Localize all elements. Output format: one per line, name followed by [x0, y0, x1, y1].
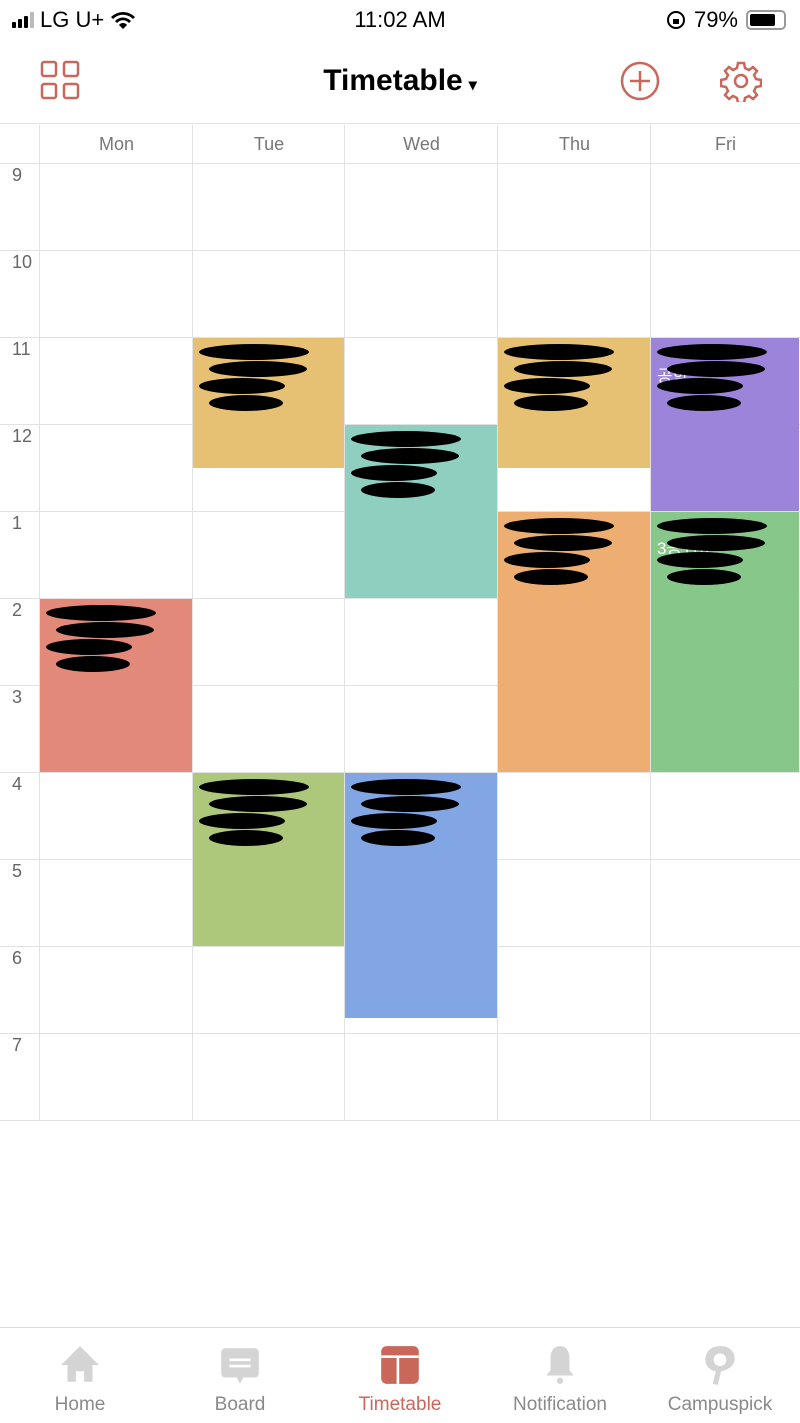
redaction-scribble [361, 448, 459, 464]
redaction-scribble [361, 830, 435, 846]
campuspick-icon [705, 1346, 735, 1385]
course-block[interactable] [498, 512, 650, 772]
caret-down-icon: ▾ [468, 77, 477, 94]
hour-label: 12 [12, 426, 33, 446]
tab-label: Board [214, 1394, 266, 1415]
tab-label: Timetable [358, 1394, 442, 1415]
redaction-scribble [667, 395, 741, 411]
hour-label: 10 [12, 252, 33, 272]
redaction-scribble [199, 378, 285, 394]
page-title: Timetable [323, 64, 463, 97]
redaction-scribble [56, 656, 130, 672]
day-header: Fri [715, 134, 736, 154]
tab-label: Campuspick [667, 1394, 773, 1415]
redaction-scribble [657, 552, 743, 568]
status-bar: LG U+ 11:02 AM 79% [0, 0, 800, 40]
bell-icon [546, 1346, 574, 1384]
tab-home[interactable]: Home [0, 1328, 160, 1423]
redaction-scribble [199, 779, 309, 795]
redaction-scribble [514, 569, 588, 585]
timetable-title-dropdown[interactable]: Timetable ▾ [0, 64, 800, 98]
redaction-scribble [514, 361, 612, 377]
redaction-scribble [514, 395, 588, 411]
hour-label: 4 [12, 774, 23, 794]
course-block[interactable] [345, 425, 497, 598]
redaction-scribble [667, 535, 765, 551]
redaction-scribble [351, 465, 437, 481]
plus-circle-icon[interactable] [619, 60, 661, 102]
day-header: Tue [253, 134, 285, 154]
redaction-scribble [504, 518, 614, 534]
redaction-scribble [351, 431, 461, 447]
redaction-scribble [209, 361, 307, 377]
timetable-grid: MonTueWedThuFri91011121234567공학3공110 [0, 125, 800, 1121]
day-header: Mon [98, 134, 134, 154]
hour-label: 3 [12, 687, 23, 707]
home-icon [61, 1346, 99, 1382]
redaction-scribble [209, 830, 283, 846]
hour-label: 5 [12, 861, 23, 881]
redaction-scribble [657, 378, 743, 394]
tab-notification[interactable]: Notification [480, 1328, 640, 1423]
tab-board[interactable]: Board [160, 1328, 320, 1423]
course-block[interactable] [498, 338, 650, 468]
redaction-scribble [514, 535, 612, 551]
redaction-scribble [209, 796, 307, 812]
course-block[interactable]: 공학 [651, 338, 799, 511]
hour-label: 2 [12, 600, 23, 620]
hour-label: 1 [12, 513, 23, 533]
hour-label: 9 [12, 165, 23, 185]
rotation-lock-icon [666, 11, 685, 29]
battery-percent: 79% [693, 7, 738, 32]
tab-label: Home [54, 1394, 106, 1415]
redaction-scribble [351, 813, 437, 829]
redaction-scribble [657, 344, 767, 360]
tab-timetable[interactable]: Timetable [320, 1328, 480, 1423]
redaction-scribble [657, 518, 767, 534]
battery-icon [746, 10, 786, 30]
tab-label: Notification [513, 1394, 607, 1415]
redaction-scribble [361, 796, 459, 812]
redaction-scribble [209, 395, 283, 411]
header: Timetable ▾ [0, 40, 800, 124]
hour-label: 11 [12, 339, 31, 359]
day-header: Thu [558, 134, 591, 154]
day-header: Wed [403, 134, 440, 154]
grid-row-divider [0, 1033, 800, 1034]
grid-row-divider [0, 1120, 800, 1121]
timetable-icon [381, 1346, 419, 1384]
course-block[interactable] [345, 773, 497, 1019]
redaction-scribble [199, 813, 285, 829]
board-icon [221, 1348, 259, 1384]
redaction-scribble [56, 622, 154, 638]
redaction-scribble [199, 344, 309, 360]
redaction-scribble [361, 482, 435, 498]
redaction-scribble [504, 344, 614, 360]
grid-row-divider [0, 250, 800, 251]
course-block[interactable] [40, 599, 192, 772]
redaction-scribble [504, 552, 590, 568]
tab-bar: Home Board Timetable Notification Campuspick [0, 1327, 800, 1423]
redaction-scribble [667, 361, 765, 377]
grid-row-divider [0, 163, 800, 164]
redaction-scribble [667, 569, 741, 585]
redaction-scribble [504, 378, 590, 394]
tab-campuspick[interactable]: Campuspick [640, 1328, 800, 1423]
course-block[interactable]: 3공110 [651, 512, 799, 772]
hour-label: 6 [12, 948, 23, 968]
redaction-scribble [351, 779, 461, 795]
hour-label: 7 [12, 1035, 23, 1055]
course-block[interactable] [193, 338, 344, 468]
redaction-scribble [46, 639, 132, 655]
redaction-scribble [46, 605, 156, 621]
grid-column-divider [192, 125, 193, 1120]
gear-icon[interactable] [720, 60, 762, 102]
course-block[interactable] [193, 773, 344, 946]
